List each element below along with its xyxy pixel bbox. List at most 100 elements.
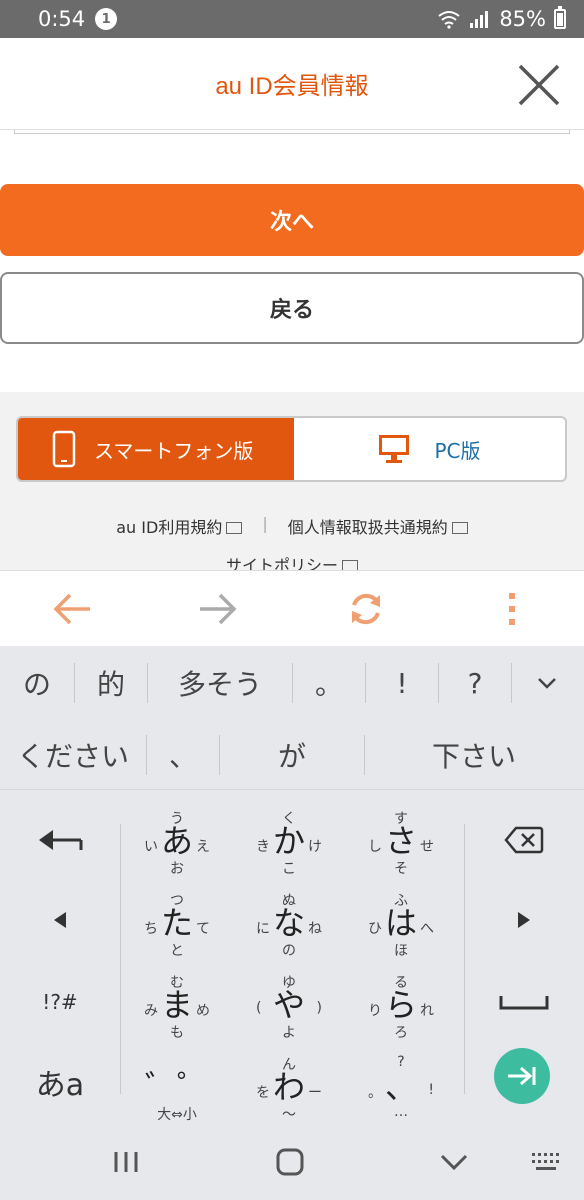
kana-key-main: ら	[384, 986, 417, 1024]
suggestion-item[interactable]: が	[220, 735, 364, 775]
kana-key[interactable]: むみまめも	[122, 958, 232, 1041]
suggestion-row-1: の 的 多そう 。 ! ?	[0, 646, 584, 720]
kana-key-bottom: ほ	[394, 943, 408, 959]
kana-key-bottom: お	[170, 861, 184, 877]
delete-icon[interactable]	[464, 798, 584, 881]
kana-key[interactable]: ふひはへほ	[346, 876, 456, 959]
terms-link[interactable]: au ID利用規約	[116, 514, 243, 538]
suggestion-item[interactable]: の	[0, 663, 74, 703]
input-field-edge	[14, 130, 570, 134]
signal-icon	[470, 11, 489, 28]
kana-key-right: !	[428, 1082, 434, 1098]
suggestion-item[interactable]: 。	[293, 663, 365, 703]
backspace-left-icon[interactable]	[0, 798, 120, 881]
kana-key-bottom: の	[282, 943, 296, 959]
next-button[interactable]: 次へ	[0, 184, 584, 256]
kana-key-main: ま	[160, 986, 193, 1024]
arrow-left-icon[interactable]	[48, 585, 96, 633]
kana-key[interactable]: るりられろ	[346, 958, 456, 1041]
kana-key[interactable]: つちたてと	[122, 876, 232, 959]
kana-key-main: や	[272, 986, 305, 1024]
kana-key-right: め	[196, 1003, 210, 1019]
input-mode-label: あa	[35, 1067, 85, 1103]
system-nav-bar	[0, 1122, 584, 1200]
home-icon[interactable]	[270, 1142, 310, 1182]
kana-key[interactable]: ぬになねの	[234, 876, 344, 959]
kana-key-bottom: こ	[282, 861, 296, 877]
suggestion-item[interactable]: !	[366, 663, 438, 703]
kana-key-main: な	[272, 904, 305, 942]
kana-key-right: )	[316, 1000, 322, 1016]
more-vert-icon[interactable]	[488, 585, 536, 633]
kana-key-right: へ	[420, 921, 434, 937]
kana-key-right: け	[308, 839, 322, 855]
smartphone-view-label: スマートフォン版	[94, 438, 254, 463]
cursor-left-icon[interactable]	[0, 878, 120, 961]
chevron-down-icon[interactable]	[434, 1142, 474, 1182]
wifi-icon	[438, 11, 460, 29]
suggestion-row-2: ください 、 が 下さい	[0, 720, 584, 790]
pc-view-button[interactable]: PC版	[294, 418, 565, 480]
kana-key-main: か	[272, 822, 305, 860]
kana-key-main: わ	[272, 1068, 305, 1106]
kana-key-bottom: …	[394, 1104, 408, 1120]
page-title: au ID会員情報	[215, 73, 369, 100]
space-icon[interactable]	[464, 960, 584, 1043]
page-header: au ID会員情報	[0, 38, 584, 130]
close-icon[interactable]	[516, 62, 562, 108]
kana-key-bottom: 〜	[282, 1107, 296, 1123]
battery-percent: 85%	[499, 7, 546, 31]
external-link-icon	[451, 522, 468, 534]
kana-key-bottom: よ	[282, 1025, 296, 1041]
kana-key-right: え	[196, 839, 210, 855]
expand-suggestions-button[interactable]	[512, 663, 582, 703]
browser-toolbar	[0, 570, 584, 646]
form-content: 次へ 戻る	[0, 130, 584, 392]
suggestion-item[interactable]: 的	[75, 663, 147, 703]
notification-badge: 1	[95, 8, 118, 30]
kana-key-right: せ	[420, 839, 434, 855]
kana-key[interactable]: んをわー〜	[234, 1040, 344, 1123]
kana-key-bottom: ろ	[394, 1025, 408, 1041]
reload-icon[interactable]	[342, 585, 390, 633]
kana-key-main: あ	[160, 822, 193, 860]
kana-key[interactable]: ゛゜ 大⇔小	[122, 1040, 232, 1123]
kana-key-main: た	[160, 904, 193, 942]
pc-view-label: PC版	[434, 438, 481, 463]
suggestion-item[interactable]: ください	[0, 735, 146, 775]
external-link-icon	[226, 522, 243, 534]
suggestion-item[interactable]: 多そう	[148, 663, 292, 703]
symbol-key[interactable]: !?#	[0, 960, 120, 1043]
kana-key[interactable]: くきかけこ	[234, 794, 344, 877]
privacy-terms-label: 個人情報取扱共通規約	[287, 518, 448, 537]
flick-keypad: !?# あa ういあえおくきかけこすしさせそつちたてとぬになねのふひはへほむみま…	[0, 790, 584, 1123]
keyboard-icon[interactable]	[526, 1142, 566, 1182]
suggestion-item[interactable]: 下さい	[365, 735, 583, 775]
suggestion-item[interactable]: ?	[439, 663, 511, 703]
monitor-icon	[379, 435, 410, 463]
smartphone-icon	[52, 430, 76, 468]
kana-key-main: は	[384, 904, 417, 942]
cursor-right-icon[interactable]	[464, 878, 584, 961]
back-button[interactable]: 戻る	[0, 272, 584, 344]
kana-key[interactable]: すしさせそ	[346, 794, 456, 877]
status-time: 0:54	[38, 7, 86, 31]
kana-key[interactable]: ?。、!…	[346, 1040, 456, 1123]
suggestion-item[interactable]: 、	[147, 735, 219, 775]
link-divider: |	[262, 514, 268, 533]
kana-key[interactable]: ういあえお	[122, 794, 232, 877]
terms-link-label: au ID利用規約	[116, 518, 223, 537]
site-footer: スマートフォン版 PC版 au ID利用規約 | 個人情報取扱共通規約 サイトポ…	[0, 392, 584, 575]
recents-icon[interactable]	[106, 1142, 146, 1182]
arrow-right-icon[interactable]	[194, 585, 242, 633]
status-bar: 0:54 1 85%	[0, 0, 584, 38]
divider	[120, 824, 121, 1094]
privacy-terms-link[interactable]: 個人情報取扱共通規約	[288, 514, 468, 538]
smartphone-view-button[interactable]: スマートフォン版	[18, 418, 294, 480]
kana-key-bottom: と	[170, 943, 184, 959]
kana-key-bottom: 大⇔小	[157, 1107, 197, 1123]
input-mode-key[interactable]: あa	[0, 1040, 120, 1123]
kana-key[interactable]: ゆ(や) よ	[234, 958, 344, 1041]
enter-icon[interactable]	[494, 1048, 550, 1104]
kana-key-bottom: そ	[394, 861, 408, 877]
